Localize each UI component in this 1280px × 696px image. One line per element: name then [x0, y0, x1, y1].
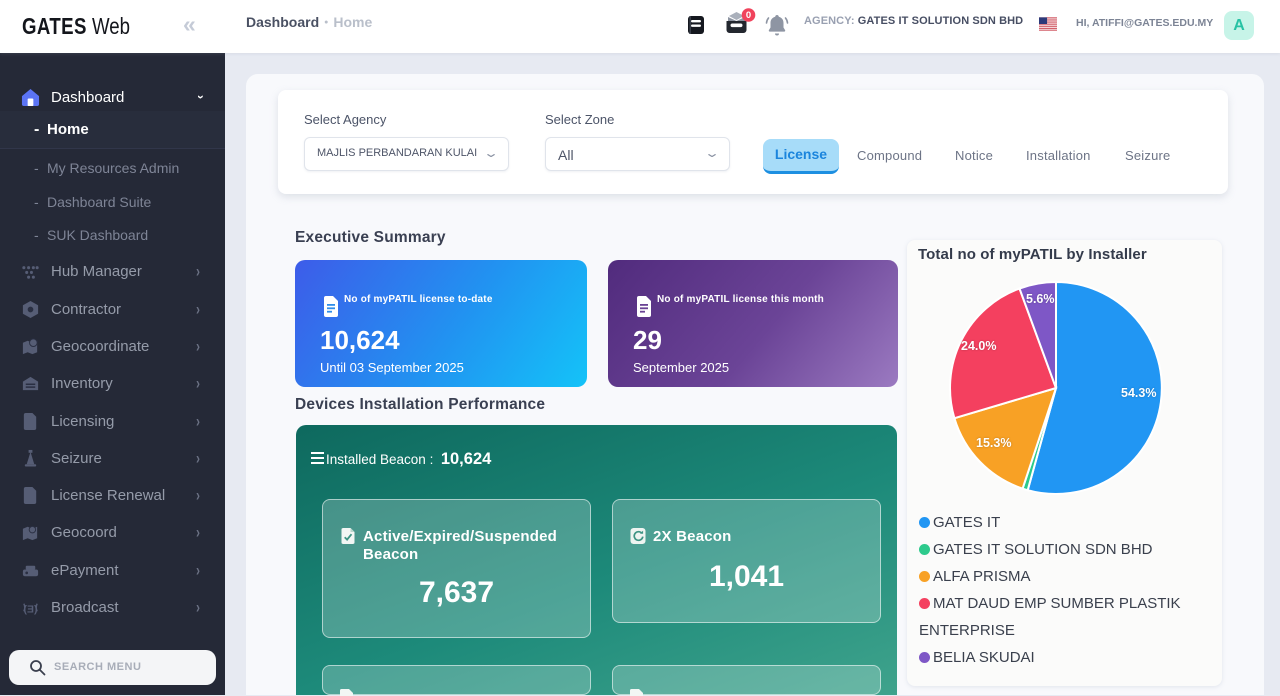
svg-text:(Ǝ): (Ǝ)	[24, 604, 38, 615]
svg-text:0: 0	[746, 10, 751, 21]
